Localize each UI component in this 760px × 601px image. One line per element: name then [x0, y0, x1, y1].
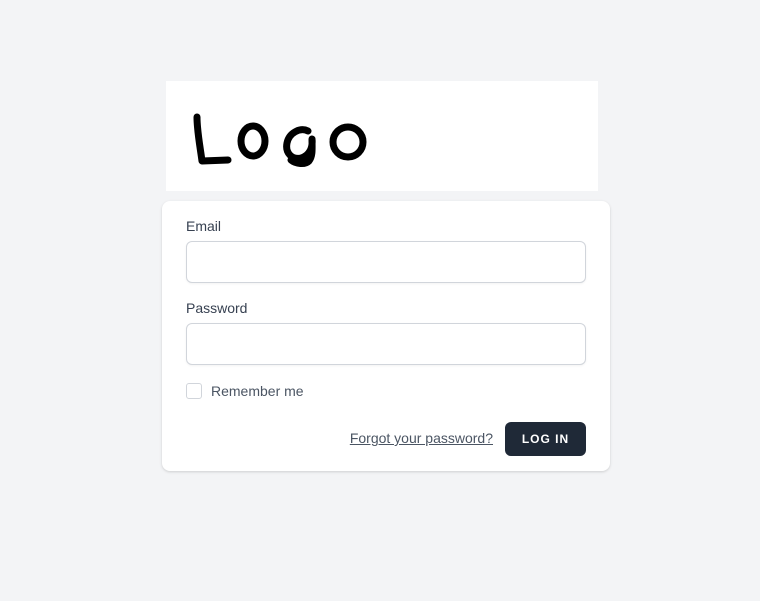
logo-container	[166, 81, 598, 191]
login-form: Email Password Remember me Forgot your p…	[162, 201, 610, 471]
remember-me-label[interactable]: Remember me	[211, 383, 304, 399]
password-input[interactable]	[186, 323, 586, 365]
password-label: Password	[186, 300, 248, 316]
remember-me-row[interactable]: Remember me	[186, 382, 304, 400]
email-input[interactable]	[186, 241, 586, 283]
login-button[interactable]: LOG IN	[505, 422, 586, 456]
forgot-password-link[interactable]: Forgot your password?	[350, 430, 493, 446]
email-label: Email	[186, 218, 222, 234]
remember-me-checkbox[interactable]	[186, 383, 202, 399]
logo-image	[193, 113, 367, 167]
